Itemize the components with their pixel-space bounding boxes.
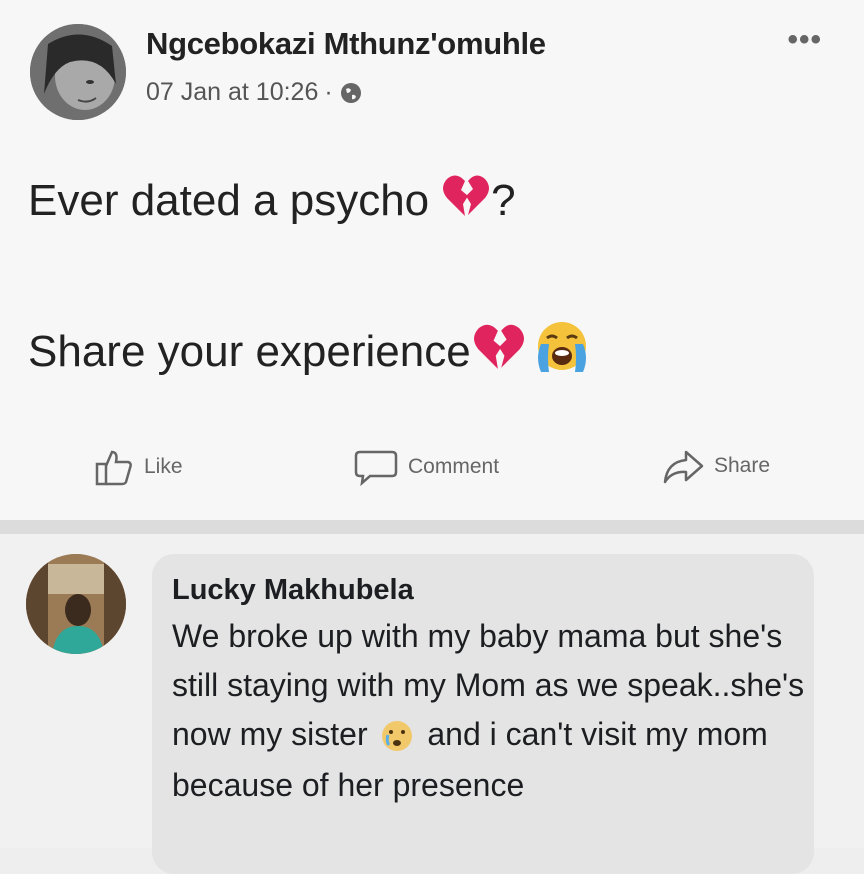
comment-text: We broke up with my baby mama but she's … — [172, 612, 812, 810]
post-text-line1: Ever dated a psycho ? — [28, 172, 516, 229]
section-divider — [0, 520, 864, 534]
meta-separator: · — [324, 78, 333, 106]
share-label: Share — [714, 454, 771, 477]
author-avatar[interactable] — [30, 24, 126, 120]
post-card: Ngcebokazi Mthunz'omuhle 07 Jan at 10:26… — [0, 0, 864, 520]
comment-label: Comment — [408, 455, 500, 478]
post-text-share: Share your experience — [28, 326, 471, 376]
share-icon — [663, 450, 704, 484]
comment-button[interactable]: Comment — [354, 448, 499, 486]
globe-icon — [339, 81, 363, 105]
commenter-avatar[interactable] — [26, 554, 126, 654]
post-timestamp[interactable]: 07 Jan at 10:26 — [146, 78, 318, 107]
loudly-crying-emoji — [533, 318, 591, 385]
comment-section: Lucky Makhubela We broke up with my baby… — [0, 534, 864, 874]
post-actions-bar: Like Comment Share — [0, 448, 864, 498]
post-text-question-mark: ? — [491, 175, 516, 225]
post-text-question: Ever dated a psycho — [28, 175, 430, 225]
thumbs-up-icon — [95, 450, 132, 486]
broken-heart-emoji — [441, 172, 491, 229]
author-name[interactable]: Ngcebokazi Mthunz'omuhle — [146, 26, 546, 62]
more-options-button[interactable]: ••• — [787, 25, 822, 55]
crying-face-emoji — [380, 712, 414, 761]
post-meta: 07 Jan at 10:26 · — [146, 78, 363, 107]
share-button[interactable]: Share — [662, 448, 770, 484]
commenter-name[interactable]: Lucky Makhubela — [172, 574, 414, 607]
like-button[interactable]: Like — [94, 448, 183, 486]
like-label: Like — [144, 455, 183, 478]
broken-heart-emoji — [471, 321, 527, 382]
comment-bubble: Lucky Makhubela We broke up with my baby… — [152, 554, 814, 874]
post-text-line2: Share your experience — [28, 318, 591, 385]
comment-icon — [354, 450, 398, 486]
